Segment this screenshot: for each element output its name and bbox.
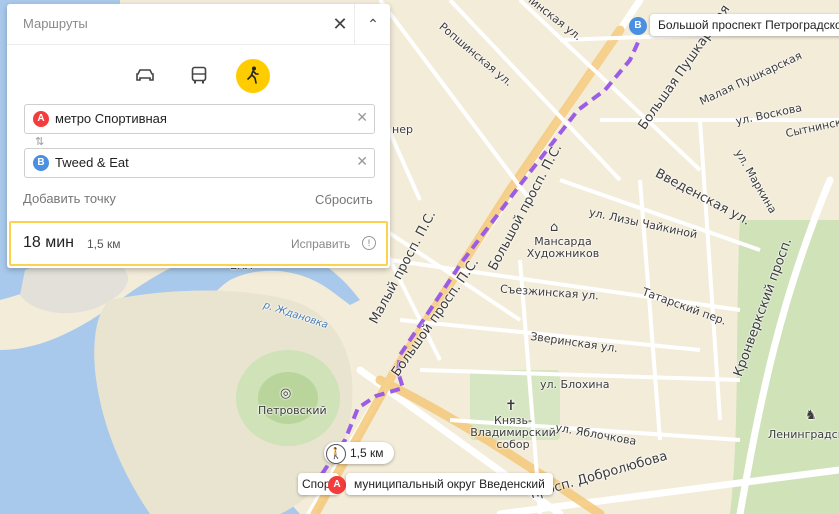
label-mansarda: Мансарда Художников [526, 235, 600, 260]
routes-panel: Маршруты ✕ ⌃ A ✕ ⇅ B ✕ Добавить точку Сб… [7, 4, 390, 268]
label-ner: нер [392, 123, 413, 136]
point-b-input[interactable] [55, 151, 345, 173]
pedestrian-mode-button[interactable] [236, 59, 270, 93]
label-petrovskiy: Петровский [258, 404, 327, 417]
museum-icon: ⌂ [550, 220, 559, 235]
close-icon[interactable]: ✕ [325, 12, 355, 36]
bus-mode-button[interactable] [182, 59, 216, 93]
label-blokhina: ул. Блохина [540, 378, 610, 391]
route-start-label[interactable]: муниципальный округ Введенский [346, 473, 553, 495]
point-b-field[interactable]: B ✕ [24, 148, 375, 178]
reset-link[interactable]: Сбросить [315, 192, 373, 207]
clear-b-icon[interactable]: ✕ [356, 153, 368, 170]
fix-route-link[interactable]: Исправить [291, 237, 350, 251]
panel-title: Маршруты [23, 16, 88, 31]
panel-header: Маршруты ✕ ⌃ [7, 4, 390, 45]
route-end-marker[interactable]: B [629, 17, 647, 35]
route-time: 18 мин [23, 234, 75, 251]
point-a-input[interactable] [55, 107, 345, 129]
chevron-up-icon[interactable]: ⌃ [358, 12, 388, 36]
bus-icon [191, 66, 207, 83]
route-end-label[interactable]: Большой проспект Петроградской [650, 14, 839, 36]
route-start-marker[interactable]: A [328, 476, 346, 494]
add-point-link[interactable]: Добавить точку [23, 191, 116, 206]
clear-a-icon[interactable]: ✕ [356, 109, 368, 126]
label-leningradskiy: Ленинградский з [768, 428, 839, 441]
stadium-icon: ◎ [280, 386, 292, 401]
car-icon [136, 68, 154, 81]
point-a-field[interactable]: A ✕ [24, 104, 375, 134]
swap-icon[interactable]: ⇅ [35, 135, 44, 148]
marker-a-icon: A [33, 111, 49, 127]
route-result[interactable]: 18 мин 1,5 км Исправить ! [9, 221, 388, 266]
route-distance: 1,5 км [87, 237, 121, 251]
zoo-icon: ♞ [805, 408, 817, 423]
pedestrian-icon [247, 66, 259, 84]
car-mode-button[interactable] [128, 59, 162, 93]
cross-icon: ✝ [505, 398, 517, 414]
divider [354, 4, 355, 44]
label-knyaz: Князь-Владимирский собор [470, 414, 556, 451]
route-distance-pill[interactable]: 🚶 1,5 км [324, 442, 394, 464]
pedestrian-icon: 🚶 [326, 444, 346, 464]
info-icon[interactable]: ! [362, 236, 376, 250]
route-distance-label: 1,5 км [350, 446, 384, 460]
marker-b-icon: B [33, 155, 49, 171]
